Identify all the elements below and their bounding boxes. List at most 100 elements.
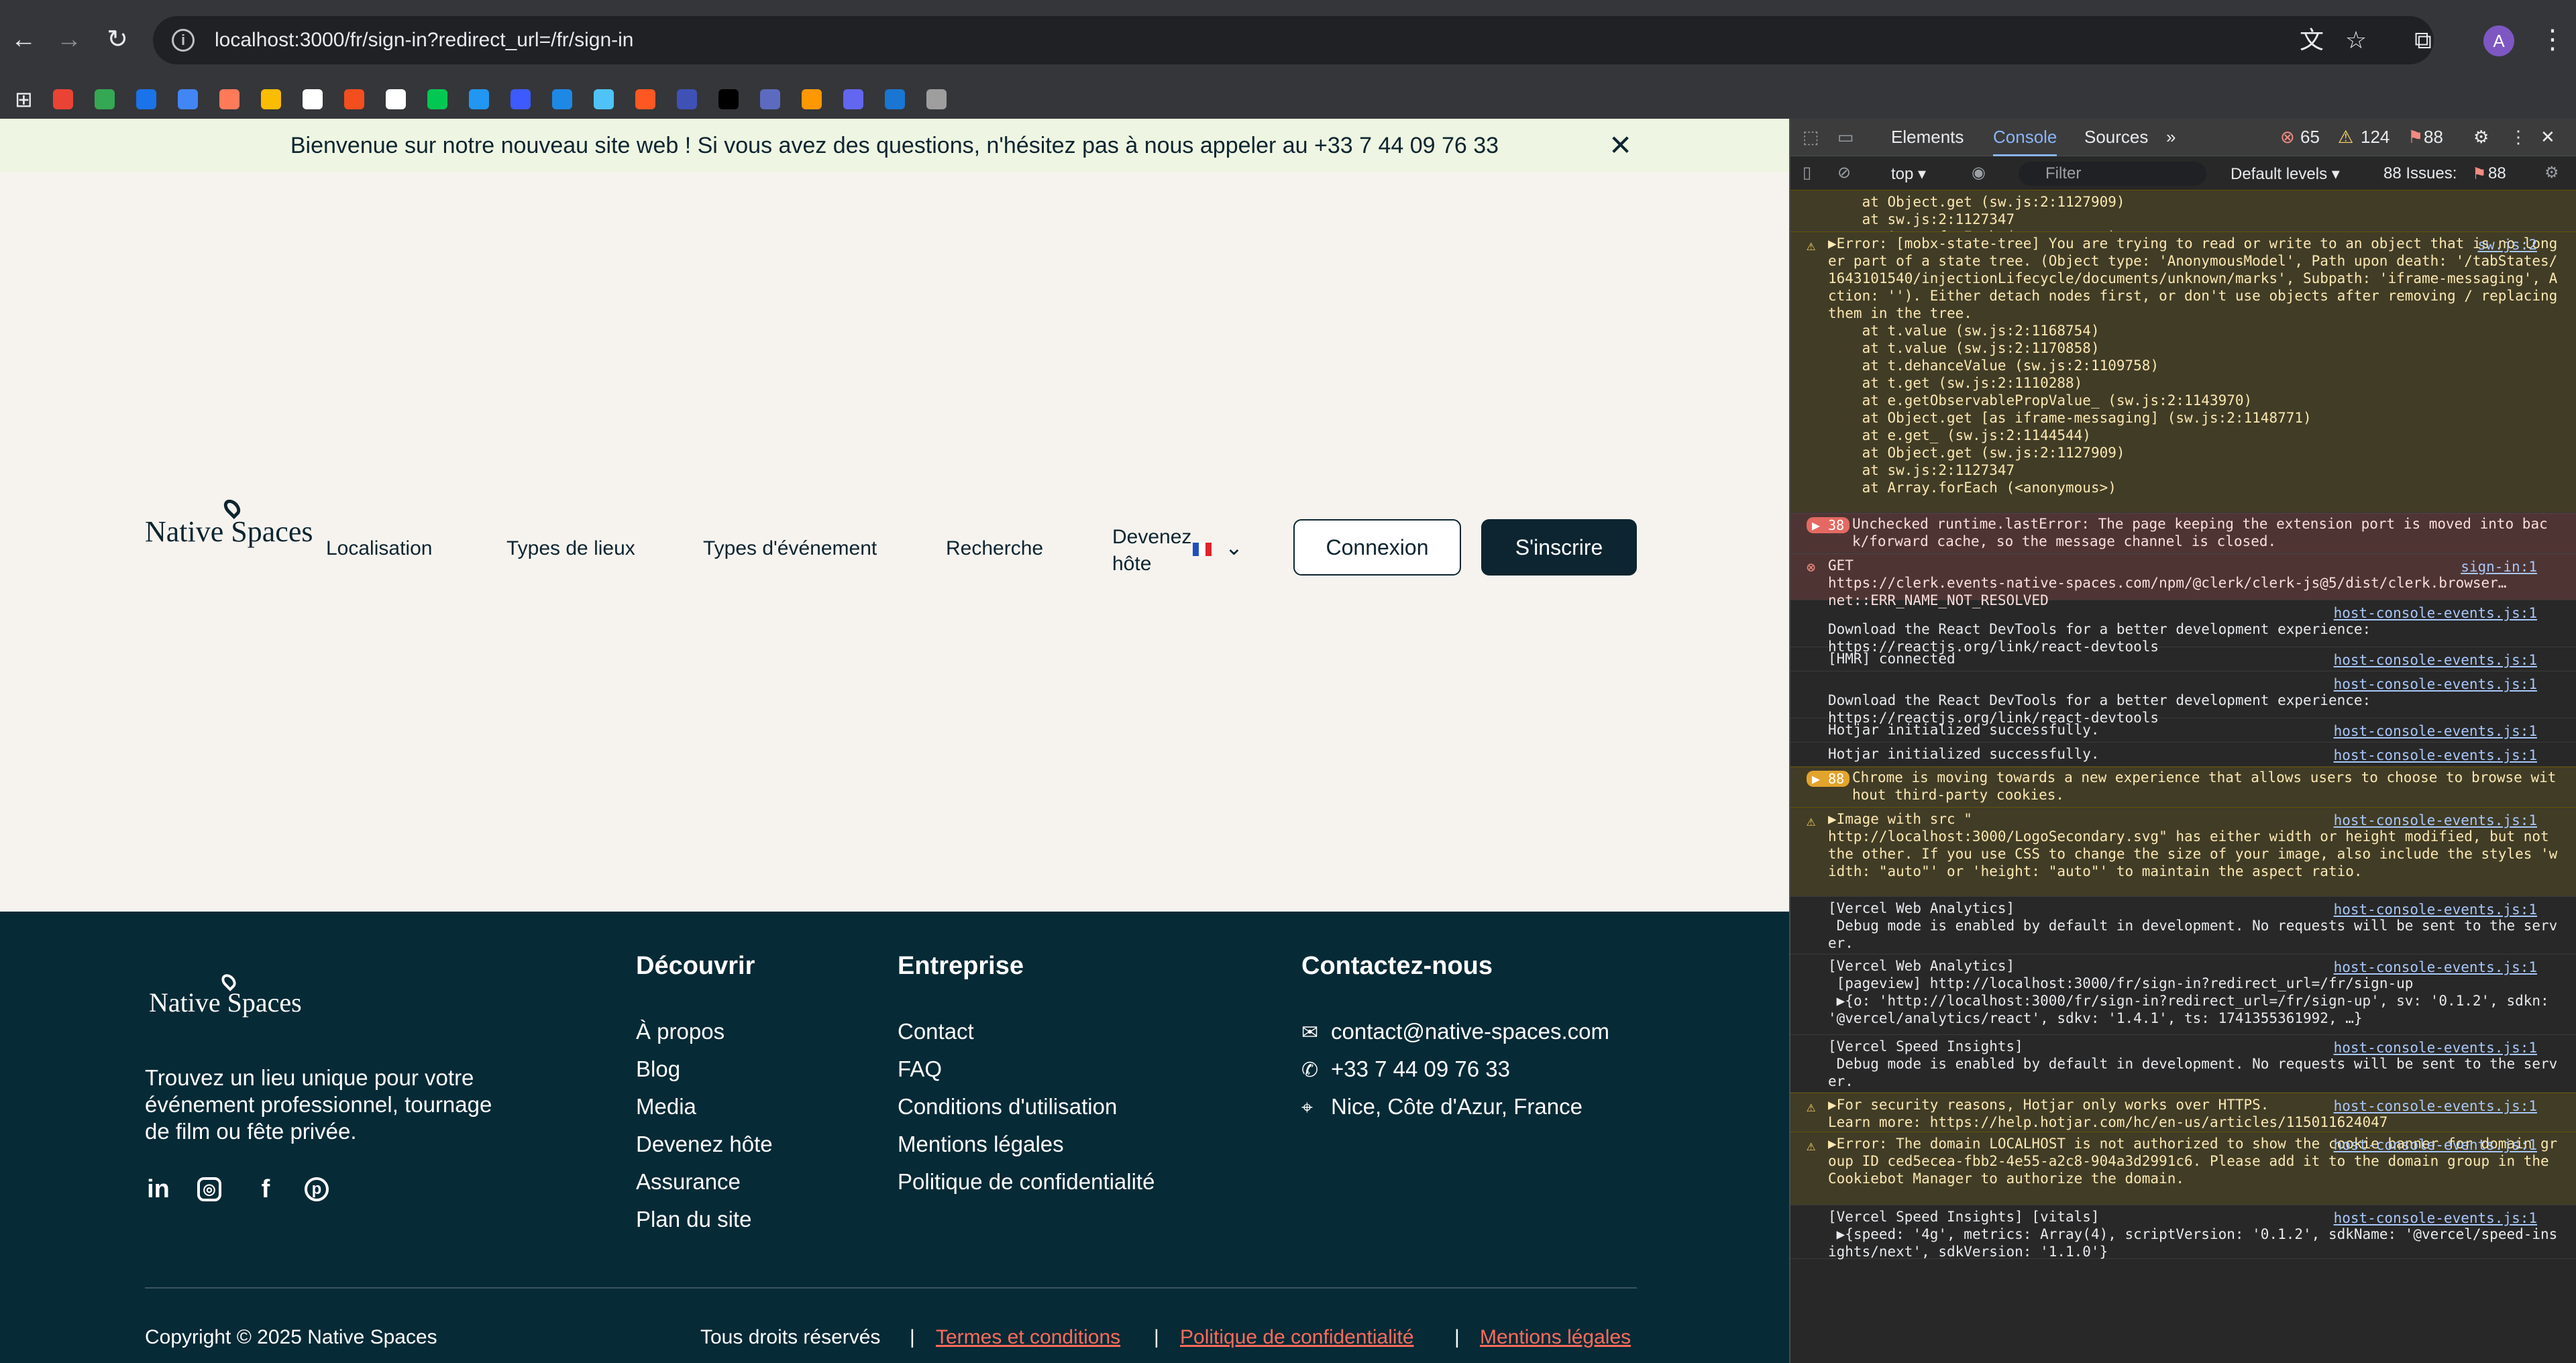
levels-select[interactable]: Default levels ▾	[2231, 164, 2340, 184]
bookmark-favicon-icon[interactable]	[593, 89, 614, 109]
source-link[interactable]: host-console-events.js:1	[2334, 1209, 2537, 1227]
terms-link[interactable]: Termes et conditions	[936, 1326, 1120, 1349]
bookmark-favicon-icon[interactable]	[177, 89, 198, 109]
url-text[interactable]: localhost:3000/fr/sign-in?redirect_url=/…	[215, 29, 633, 52]
chevron-down-icon[interactable]: ⌄	[1225, 535, 1243, 560]
close-icon[interactable]: ✕	[1609, 131, 1632, 160]
footer-logo[interactable]: Native Spaces	[149, 971, 302, 1018]
context-select[interactable]: top ▾	[1891, 164, 1926, 184]
console-message[interactable]: Hotjar initialized successfully. host-con…	[1790, 718, 2576, 743]
issues-flag-icon[interactable]: ⚑	[2472, 164, 2487, 184]
console-message[interactable]: ⚠ ▶Image with src " http://localhost:3000…	[1790, 807, 2576, 897]
forward-icon[interactable]: →	[52, 23, 86, 56]
extensions-icon[interactable]: ⧉	[2408, 25, 2438, 55]
bookmark-favicon-icon[interactable]	[468, 89, 489, 109]
bookmark-favicon-icon[interactable]	[302, 89, 323, 109]
tab-elements[interactable]: Elements	[1891, 127, 1964, 148]
bookmark-favicon-icon[interactable]	[843, 89, 863, 109]
footer-link-privacy[interactable]: Politique de confidentialité	[898, 1169, 1155, 1195]
address-bar[interactable]: i localhost:3000/fr/sign-in?redirect_url…	[153, 16, 2434, 64]
bookmark-favicon-icon[interactable]	[801, 89, 822, 109]
bookmark-favicon-icon[interactable]	[385, 89, 406, 109]
footer-link-sitemap[interactable]: Plan du site	[636, 1207, 751, 1232]
bookmark-favicon-icon[interactable]	[427, 89, 447, 109]
console-message[interactable]: at Object.get (sw.js:2:1127909) at sw.js…	[1790, 190, 2576, 245]
footer-link-contact[interactable]: Contact	[898, 1019, 974, 1044]
footer-link-insurance[interactable]: Assurance	[636, 1169, 741, 1195]
more-tabs-icon[interactable]: »	[2166, 127, 2176, 148]
console-message[interactable]: Download the React DevTools for a better…	[1790, 671, 2576, 726]
warning-count[interactable]: 124	[2361, 127, 2390, 148]
facebook-icon[interactable]: f	[251, 1175, 280, 1204]
nav-recherche[interactable]: Recherche	[946, 537, 1043, 560]
console-message[interactable]: ▶ 38 Unchecked runtime.lastError: The pag…	[1790, 513, 2576, 553]
bookmark-favicon-icon[interactable]	[510, 89, 531, 109]
close-devtools-icon[interactable]: ✕	[2540, 127, 2555, 148]
bookmark-favicon-icon[interactable]	[94, 89, 115, 109]
error-count-icon[interactable]: ⊗	[2280, 127, 2295, 148]
source-link[interactable]: host-console-events.js:1	[2334, 1136, 2537, 1154]
site-logo[interactable]: Native Spaces	[145, 496, 313, 549]
footer-link-legal[interactable]: Mentions légales	[898, 1132, 1064, 1157]
console-message[interactable]: Download the React DevTools for a better…	[1790, 600, 2576, 655]
source-link[interactable]: sign-in:1	[2461, 558, 2537, 576]
console-message[interactable]: [Vercel Speed Insights] [vitals] ▶{speed…	[1790, 1205, 2576, 1260]
issues-flag-icon[interactable]: ⚑	[2408, 127, 2423, 148]
device-toggle-icon[interactable]: ▭	[1837, 127, 1854, 148]
bookmark-favicon-icon[interactable]	[136, 89, 156, 109]
signup-button[interactable]: S'inscrire	[1481, 519, 1637, 576]
source-link[interactable]: host-console-events.js:1	[2334, 651, 2537, 669]
site-info-icon[interactable]: i	[172, 29, 195, 52]
warning-count-icon[interactable]: ⚠	[2338, 127, 2353, 148]
bookmark-star-icon[interactable]: ☆	[2341, 25, 2371, 55]
footer-link-terms[interactable]: Conditions d'utilisation	[898, 1094, 1117, 1120]
source-link[interactable]: host-console-events.js:1	[2334, 675, 2537, 693]
footer-link-media[interactable]: Media	[636, 1094, 696, 1120]
nav-localisation[interactable]: Localisation	[326, 537, 432, 560]
bookmark-favicon-icon[interactable]	[343, 89, 364, 109]
devtools-menu-icon[interactable]: ⋮	[2510, 127, 2527, 148]
footer-link-blog[interactable]: Blog	[636, 1056, 680, 1082]
login-button[interactable]: Connexion	[1293, 519, 1461, 576]
translate-icon[interactable]: 文	[2297, 25, 2326, 55]
nav-types-lieux[interactable]: Types de lieux	[506, 537, 635, 560]
tab-sources[interactable]: Sources	[2084, 127, 2148, 148]
console-message[interactable]: [Vercel Web Analytics] Debug mode is ena…	[1790, 897, 2576, 955]
nav-types-evenement[interactable]: Types d'événement	[703, 537, 877, 560]
bookmark-favicon-icon[interactable]	[926, 89, 947, 109]
issues-badge[interactable]: 88	[2488, 164, 2506, 183]
source-link[interactable]: host-console-events.js:1	[2334, 1097, 2537, 1115]
source-link[interactable]: host-console-events.js:1	[2334, 722, 2537, 740]
legal-link[interactable]: Mentions légales	[1480, 1326, 1631, 1349]
source-link[interactable]: host-console-events.js:1	[2334, 1039, 2537, 1056]
console-message[interactable]: ⚠ ▶Error: The domain LOCALHOST is not aut…	[1790, 1132, 2576, 1205]
console-message[interactable]: [Vercel Web Analytics] [pageview] http:/…	[1790, 955, 2576, 1035]
issues-count[interactable]: 88	[2424, 127, 2443, 148]
source-link[interactable]: sw.js:2	[2477, 236, 2537, 254]
console-message[interactable]: ⚠ ▶For security reasons, Hotjar only work…	[1790, 1093, 2576, 1132]
issues-label[interactable]: 88 Issues:	[2383, 164, 2457, 183]
pinterest-icon[interactable]: p	[305, 1177, 329, 1201]
footer-link-faq[interactable]: FAQ	[898, 1056, 942, 1082]
live-expression-eye-icon[interactable]: ◉	[1972, 163, 1986, 182]
browser-menu-icon[interactable]: ⋮	[2539, 24, 2566, 55]
bookmark-favicon-icon[interactable]	[635, 89, 655, 109]
source-link[interactable]: host-console-events.js:1	[2334, 901, 2537, 918]
error-count[interactable]: 65	[2300, 127, 2320, 148]
back-icon[interactable]: ←	[7, 23, 40, 56]
console-filter-input[interactable]: Filter	[2019, 162, 2206, 186]
footer-phone[interactable]: ✆ +33 7 44 09 76 33	[1301, 1056, 1510, 1082]
source-link[interactable]: host-console-events.js:1	[2334, 747, 2537, 764]
source-link[interactable]: host-console-events.js:1	[2334, 959, 2537, 976]
console-message[interactable]: ⚠ ▶Error: [mobx-state-tree] You are tryin…	[1790, 231, 2576, 513]
reload-icon[interactable]: ↻	[101, 23, 134, 56]
inspect-icon[interactable]: ⬚	[1803, 127, 1819, 148]
instagram-icon[interactable]: ◎	[197, 1177, 221, 1201]
console-settings-icon[interactable]: ⚙	[2544, 163, 2559, 182]
profile-avatar[interactable]: A	[2483, 25, 2514, 56]
bookmark-favicon-icon[interactable]	[219, 89, 239, 109]
console-message[interactable]: ▶ 88 Chrome is moving towards a new exper…	[1790, 767, 2576, 807]
footer-email[interactable]: ✉ contact@native-spaces.com	[1301, 1019, 1609, 1044]
language-flag-icon[interactable]	[1193, 543, 1212, 556]
source-link[interactable]: host-console-events.js:1	[2334, 812, 2537, 829]
